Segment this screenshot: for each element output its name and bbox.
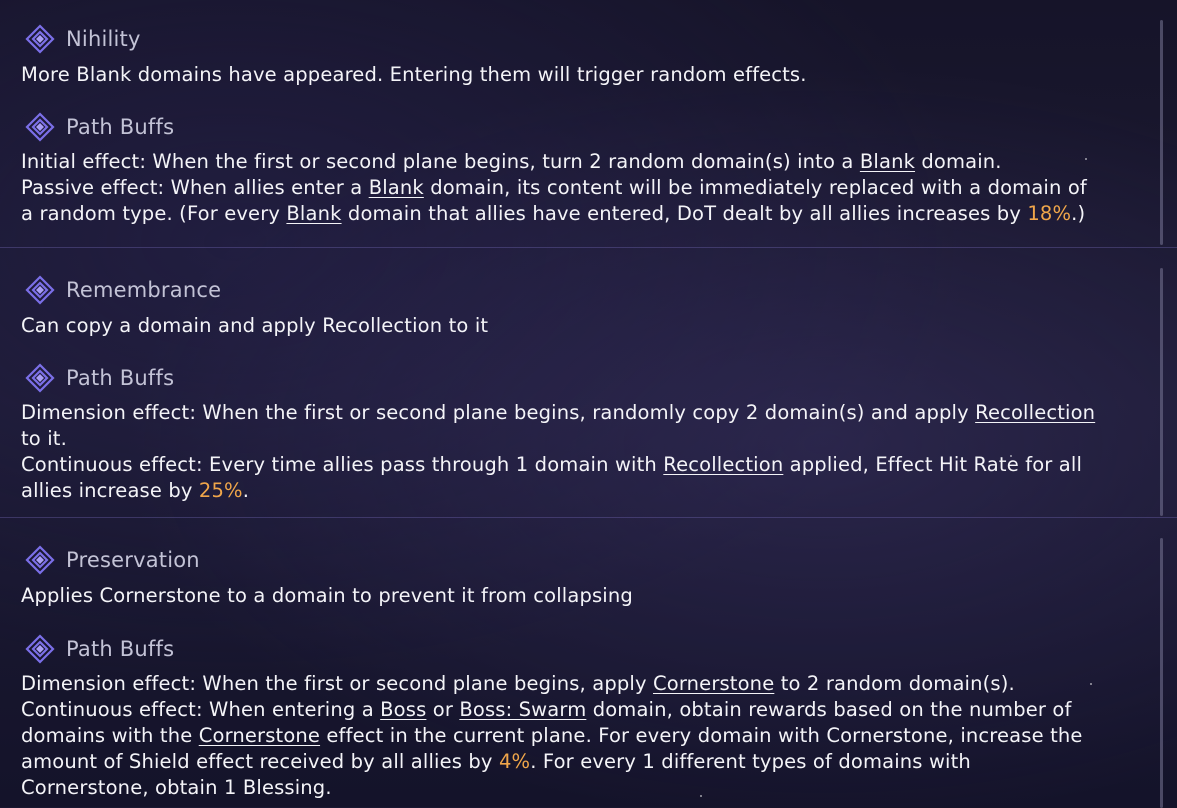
text-segment: domain, its content will be immediately … [423, 176, 1087, 199]
keyword-link[interactable]: Blank [860, 150, 915, 173]
path-title: Remembrance [66, 278, 222, 302]
buff-line: a random type. (For every Blank domain t… [21, 201, 1085, 227]
text-segment: applied, Effect Hit Rate for all [783, 453, 1083, 476]
buff-line: Continuous effect: When entering a Boss … [21, 697, 1072, 723]
highlight-value: 25% [198, 479, 243, 502]
text-segment: domain, obtain rewards based on the numb… [586, 698, 1072, 721]
path-buffs-title: Path Buffs [66, 637, 175, 661]
path-emblem-icon [25, 275, 55, 305]
path-description: Can copy a domain and apply Recollection… [21, 314, 489, 337]
buff-line: Cornerstone, obtain 1 Blessing. [21, 775, 332, 801]
path-panel-nihility: Nihility More Blank domains have appeare… [0, 0, 1177, 245]
text-segment: effect in the current plane. For every d… [320, 724, 1083, 747]
text-segment: . For every 1 different types of domains… [530, 750, 971, 773]
text-segment: Dimension effect: When the first or seco… [21, 401, 976, 424]
buff-line: domains with the Cornerstone effect in t… [21, 723, 1083, 749]
path-emblem-icon [25, 24, 55, 54]
path-description: Applies Cornerstone to a domain to preve… [21, 584, 633, 607]
text-segment: to it. [21, 427, 67, 450]
buff-line: Initial effect: When the first or second… [21, 149, 1002, 175]
text-segment: Dimension effect: When the first or seco… [21, 672, 653, 695]
keyword-link[interactable]: Blank [369, 176, 424, 199]
text-segment: domain that allies have entered, DoT dea… [341, 202, 1028, 225]
path-buffs-title: Path Buffs [66, 366, 175, 390]
text-segment: Continuous effect: When entering a [21, 698, 381, 721]
path-buffs-header: Path Buffs [24, 363, 174, 393]
text-segment: Cornerstone, obtain 1 Blessing. [21, 776, 332, 799]
text-segment: domains with the [21, 724, 199, 747]
highlight-value: 4% [498, 750, 531, 773]
keyword-link[interactable]: Recollection [663, 453, 783, 476]
path-header: Remembrance [24, 275, 221, 305]
path-buffs-title: Path Buffs [66, 115, 175, 139]
buff-line: Continuous effect: Every time allies pas… [21, 452, 1082, 478]
text-segment: . [242, 479, 250, 502]
text-segment: Initial effect: When the first or second… [21, 150, 860, 173]
path-panel-remembrance: Remembrance Can copy a domain and apply … [0, 247, 1177, 516]
buff-line: allies increase by 25%. [21, 478, 249, 504]
path-emblem-icon [25, 545, 55, 575]
buff-line: amount of Shield effect received by all … [21, 749, 971, 775]
path-title: Preservation [66, 548, 200, 572]
path-title: Nihility [66, 27, 141, 51]
path-panel-preservation: Preservation Applies Cornerstone to a do… [0, 517, 1177, 808]
text-segment: domain. [915, 150, 1002, 173]
text-segment: amount of Shield effect received by all … [21, 750, 499, 773]
text-segment: or [426, 698, 460, 721]
path-emblem-icon [25, 112, 55, 142]
path-buffs-header: Path Buffs [24, 112, 174, 142]
buff-line: Passive effect: When allies enter a Blan… [21, 175, 1087, 201]
path-emblem-icon [25, 634, 55, 664]
text-segment: to 2 random domain(s). [774, 672, 1015, 695]
text-segment: a random type. (For every [21, 202, 287, 225]
path-emblem-icon [25, 363, 55, 393]
text-segment: .) [1071, 202, 1086, 225]
keyword-link[interactable]: Recollection [975, 401, 1095, 424]
path-header: Preservation [24, 545, 200, 575]
text-segment: Passive effect: When allies enter a [21, 176, 369, 199]
keyword-link[interactable]: Cornerstone [653, 672, 774, 695]
path-description: More Blank domains have appeared. Enteri… [21, 63, 807, 86]
buff-line: Dimension effect: When the first or seco… [21, 671, 1015, 697]
path-header: Nihility [24, 24, 141, 54]
text-segment: allies increase by [21, 479, 199, 502]
keyword-link[interactable]: Blank [286, 202, 341, 225]
keyword-link[interactable]: Boss: Swarm [459, 698, 586, 721]
path-buffs-header: Path Buffs [24, 634, 174, 664]
keyword-link[interactable]: Boss [380, 698, 426, 721]
keyword-link[interactable]: Cornerstone [199, 724, 320, 747]
buff-line: to it. [21, 426, 67, 452]
text-segment: Continuous effect: Every time allies pas… [21, 453, 664, 476]
highlight-value: 18% [1027, 202, 1072, 225]
buff-line: Dimension effect: When the first or seco… [21, 400, 1095, 426]
